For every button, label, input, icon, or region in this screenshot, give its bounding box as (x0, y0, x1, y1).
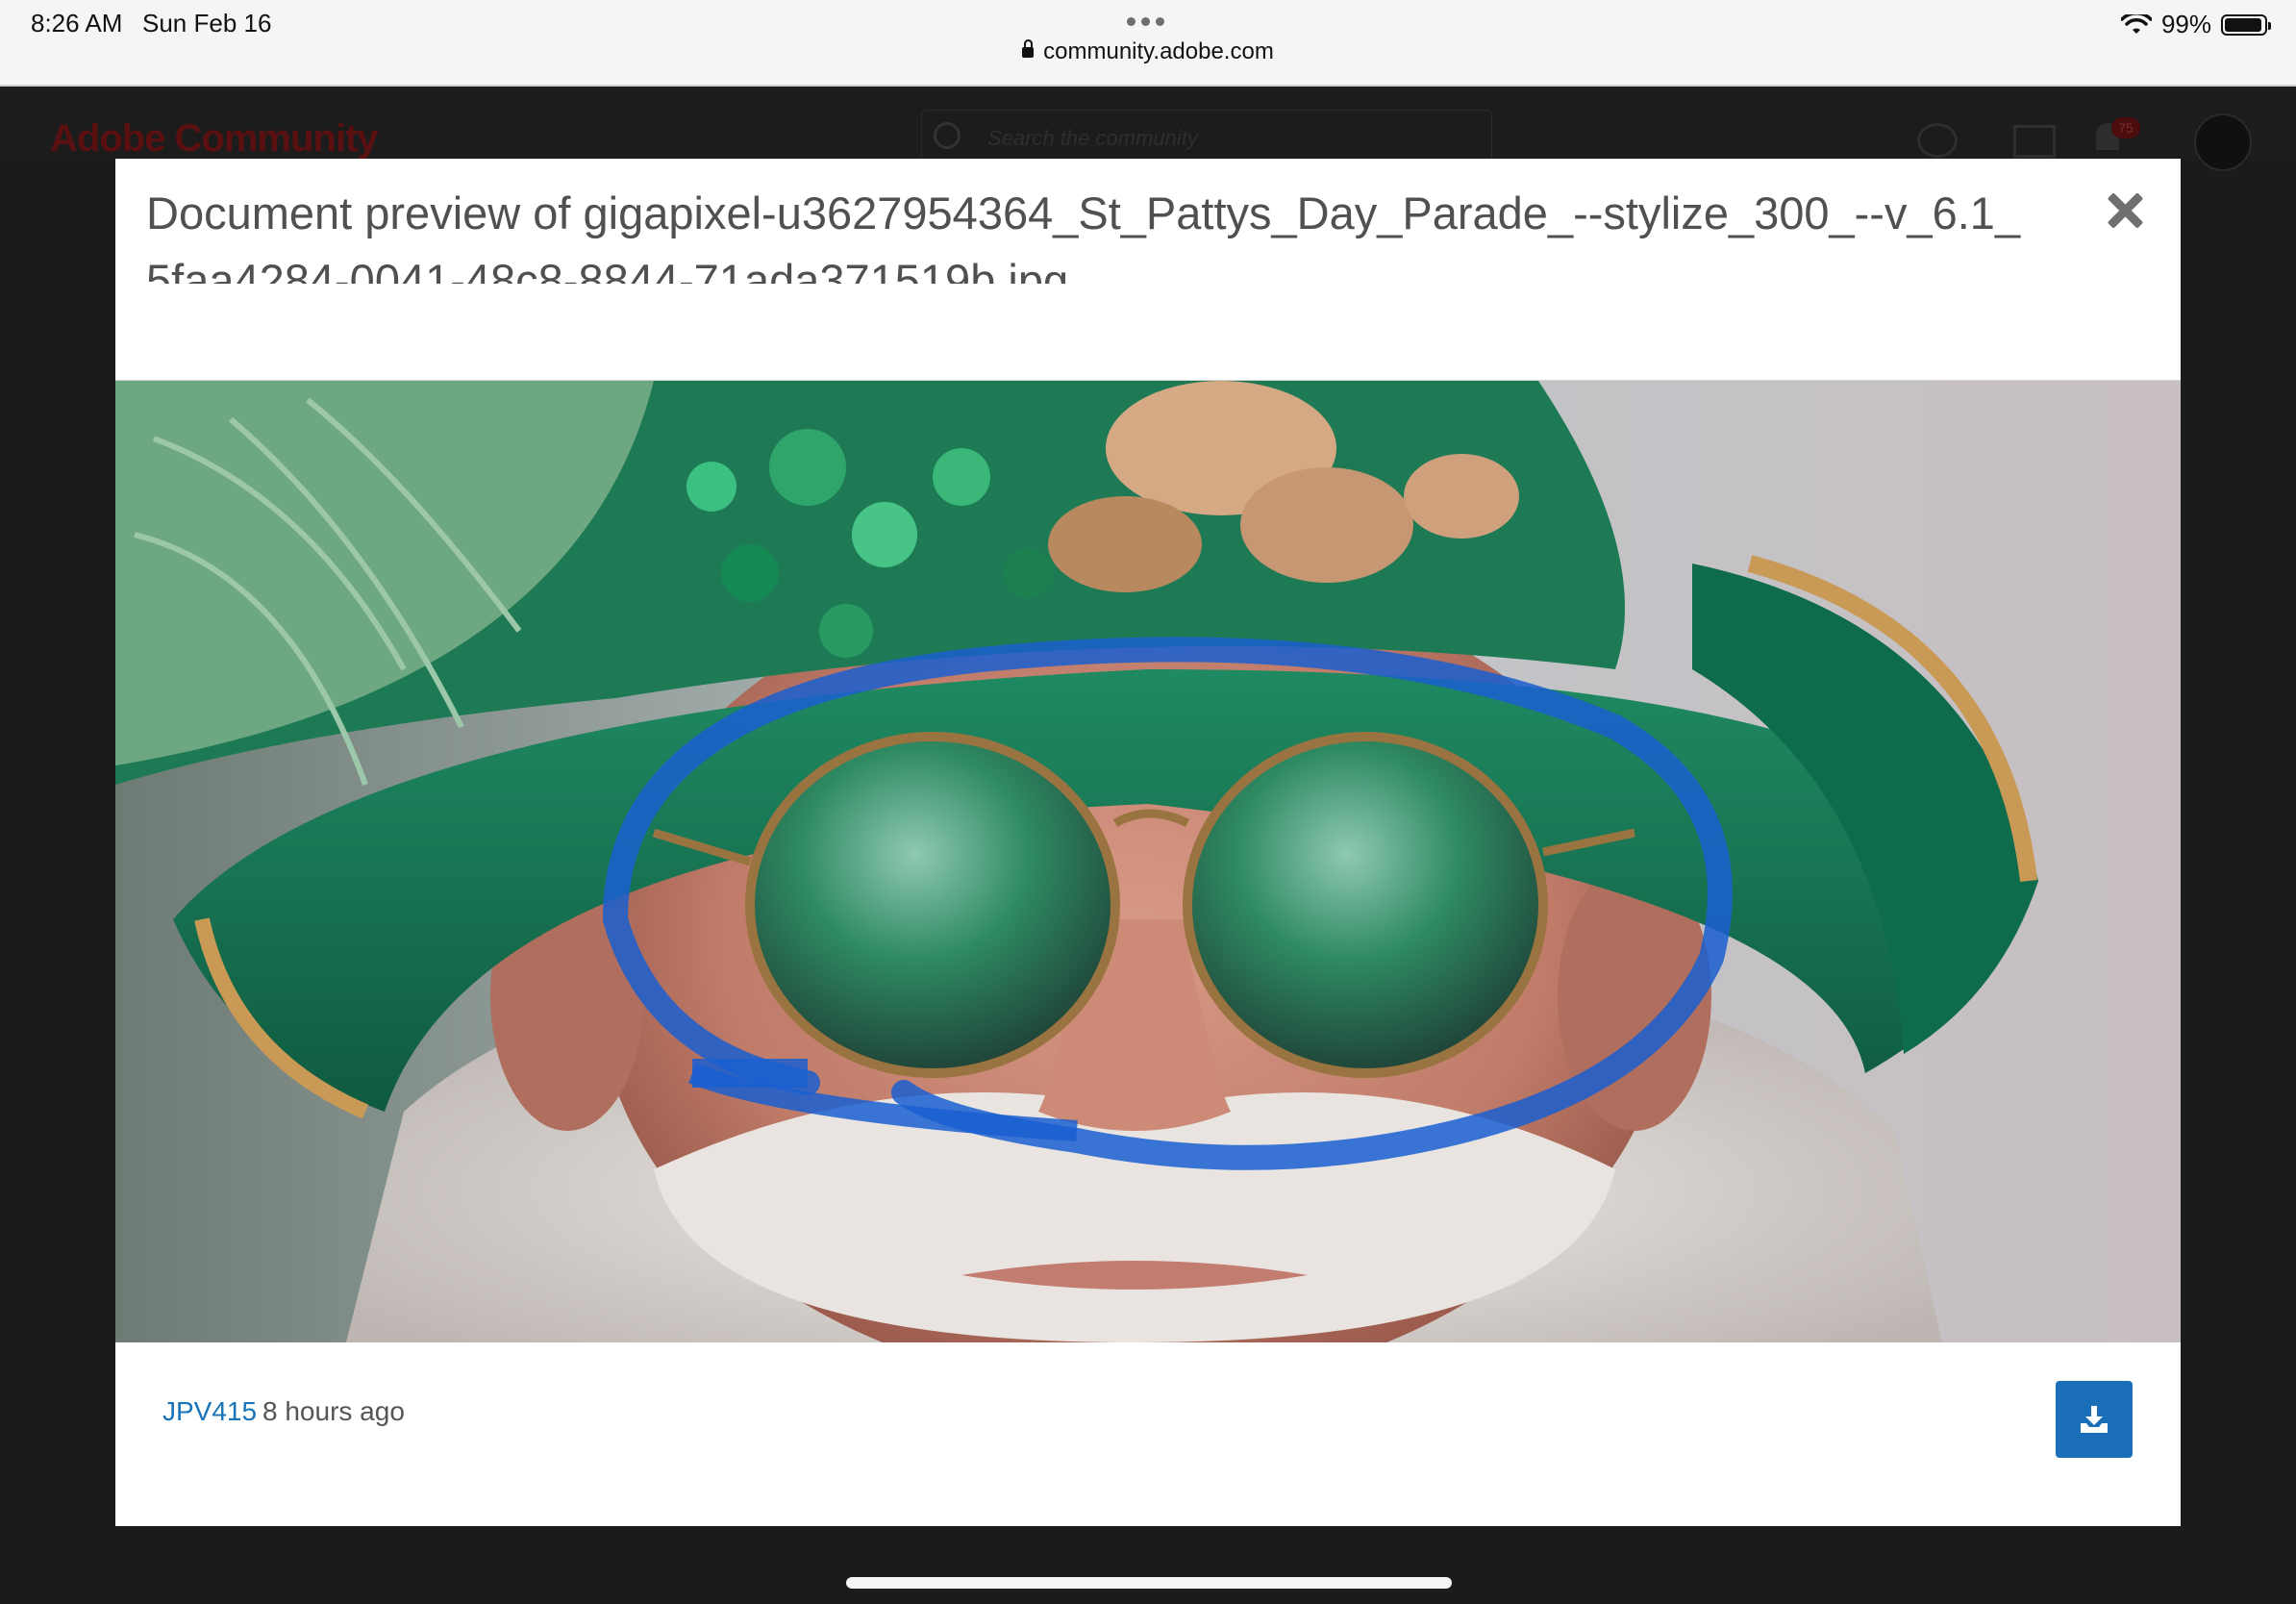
close-button[interactable] (2102, 188, 2148, 234)
download-icon (2081, 1406, 2108, 1433)
battery-percent: 99% (2160, 10, 2211, 38)
notification-badge: 75 (2111, 117, 2140, 138)
address-bar[interactable]: community.adobe.com (0, 38, 2296, 65)
document-preview-modal: Document preview of gigapixel-u362795436… (115, 159, 2181, 1526)
status-bar: 8:26 AM Sun Feb 16 community.adobe.com 9… (0, 0, 2296, 87)
multitasking-dots-icon[interactable] (1127, 17, 1164, 26)
url-text: community.adobe.com (1043, 38, 1274, 64)
site-logo: Adobe Community (50, 117, 379, 160)
background-site-header: Adobe Community Search the community 75 (0, 87, 2296, 171)
avatar (2194, 113, 2252, 171)
preview-image (115, 381, 2181, 1342)
search-placeholder: Search the community (987, 126, 1198, 150)
wifi-icon (2120, 13, 2152, 34)
battery-icon (2221, 13, 2271, 36)
post-time: 8 hours ago (262, 1396, 405, 1426)
download-button[interactable] (2056, 1381, 2133, 1458)
mail-icon (2013, 125, 2056, 158)
status-indicators: 99% (2120, 10, 2271, 39)
modal-title: Document preview of gigapixel-u362795436… (146, 188, 2021, 284)
modal-header: Document preview of gigapixel-u362795436… (115, 159, 2181, 381)
globe-icon (1917, 123, 1958, 158)
lock-icon (1022, 39, 1035, 58)
author-link[interactable]: JPV415 (162, 1396, 257, 1427)
status-date: Sun Feb 16 (142, 9, 272, 38)
preview-image-drawing (115, 381, 2181, 1342)
status-time: 8:26 AM (31, 9, 123, 38)
search-icon (934, 122, 961, 149)
home-indicator[interactable] (846, 1577, 1452, 1589)
modal-footer: JPV415 8 hours ago (115, 1342, 2181, 1526)
background-search-box: Search the community (921, 110, 1492, 165)
